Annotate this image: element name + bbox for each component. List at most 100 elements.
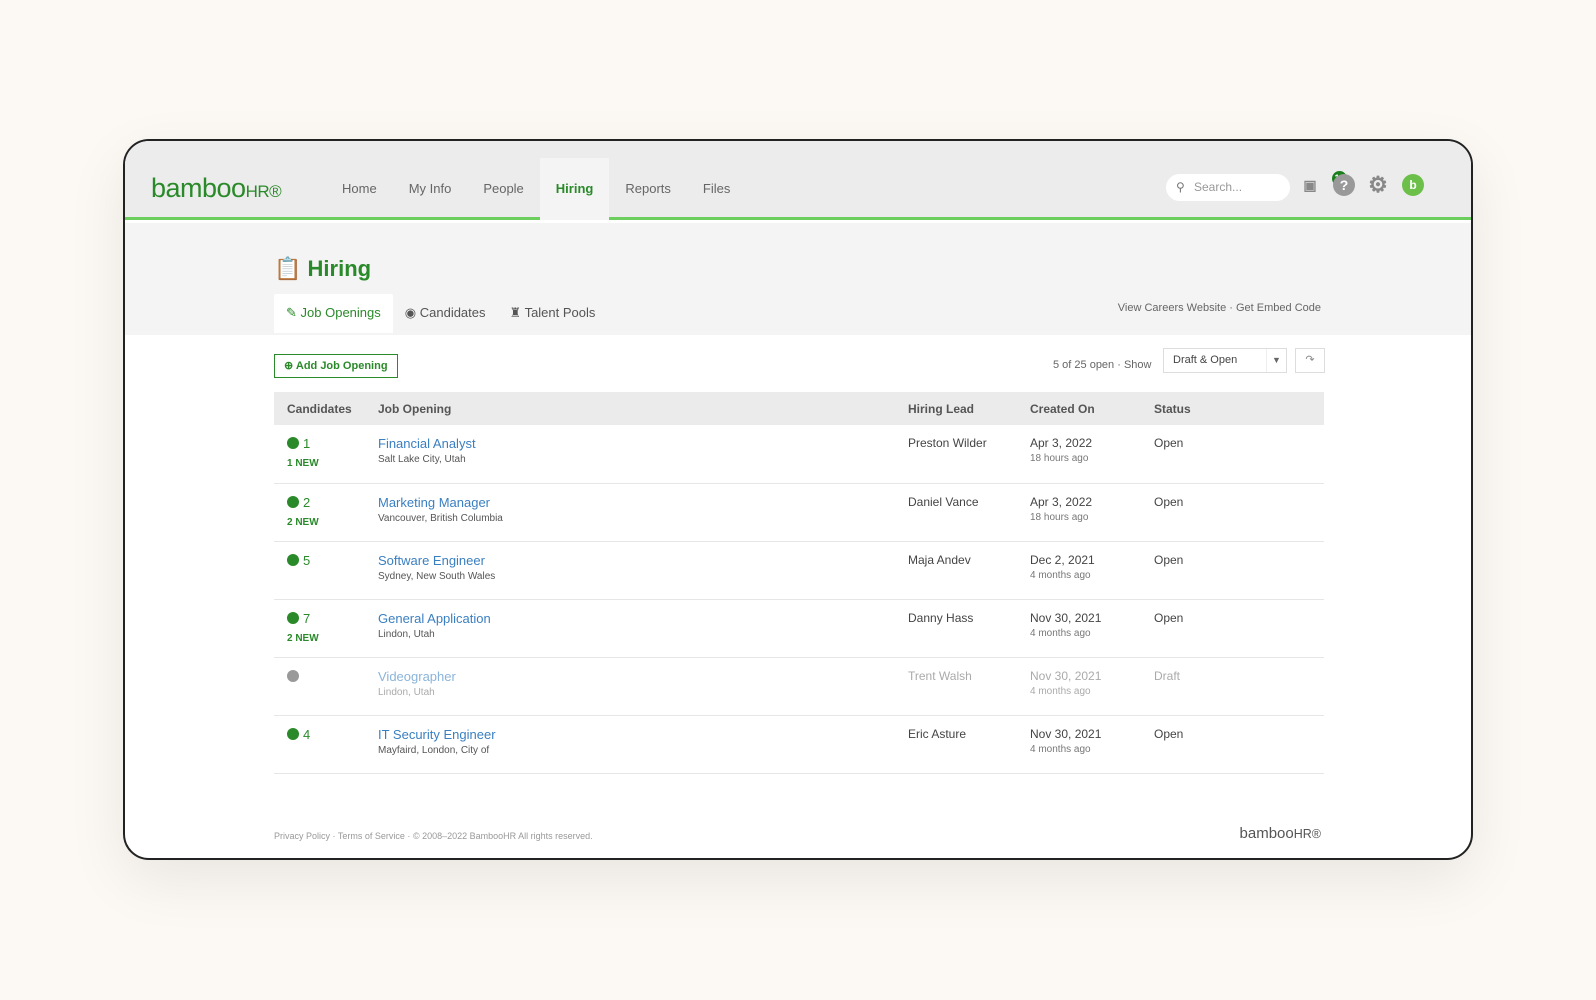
logo-hr: HR® [245, 182, 282, 201]
person-icon [287, 437, 299, 449]
tab-candidates[interactable]: ◉ Candidates [393, 294, 498, 333]
job-title-link[interactable]: Software Engineer [378, 553, 908, 568]
col-candidates[interactable]: Candidates [274, 392, 378, 425]
created-ago: 4 months ago [1030, 569, 1091, 581]
separator: · [332, 831, 336, 841]
plus-circle-icon: ⊕ [284, 360, 294, 372]
job-location: Salt Lake City, Utah [378, 454, 466, 465]
hiring-lead: Maja Andev [908, 541, 1030, 600]
footer-links: Privacy Policy · Terms of Service · © 20… [274, 831, 593, 841]
person-icon [287, 611, 299, 624]
status: Open [1154, 483, 1324, 542]
header-links: View Careers Website · Get Embed Code [1118, 302, 1321, 314]
tab-label: Candidates [419, 305, 486, 320]
created-ago: 18 hours ago [1030, 453, 1089, 464]
filter-value: Draft & Open [1173, 354, 1238, 366]
candidate-count[interactable] [287, 669, 378, 684]
job-title-link[interactable]: Financial Analyst [378, 436, 908, 451]
tab-job-openings[interactable]: ✎ Job Openings [274, 294, 393, 333]
job-openings-icon: ✎ [286, 305, 297, 320]
created-ago: 4 months ago [1030, 685, 1091, 697]
search-input[interactable]: ⚲ Search... [1166, 174, 1290, 201]
tab-talent-pools[interactable]: ♜ Talent Pools [498, 294, 608, 333]
table-row[interactable]: 2 2 NEW Marketing Manager Vancouver, Briti… [274, 483, 1324, 542]
add-job-opening-button[interactable]: ⊕ Add Job Opening [274, 354, 398, 378]
inbox-icon[interactable]: ▣ [1299, 174, 1321, 196]
job-title-link[interactable]: General Application [378, 611, 908, 626]
job-title-link[interactable]: Videographer [378, 669, 908, 684]
person-icon [287, 495, 299, 508]
new-badge: 2 NEW [287, 632, 319, 644]
created-date: Dec 2, 2021 [1030, 552, 1095, 567]
count-text: 5 of 25 open [1053, 359, 1115, 371]
nav-files[interactable]: Files [687, 158, 746, 220]
table-row[interactable]: 4 IT Security Engineer Mayfaird, London, … [274, 715, 1324, 774]
page-title: 📋 Hiring [274, 256, 371, 282]
col-created-on[interactable]: Created On [1030, 392, 1154, 425]
privacy-policy-link[interactable]: Privacy Policy [274, 831, 330, 841]
job-location: Sydney, New South Wales [378, 570, 496, 582]
separator: · [1117, 359, 1121, 371]
job-location: Lindon, Utah [378, 686, 435, 698]
col-hiring-lead[interactable]: Hiring Lead [908, 392, 1030, 425]
tab-label: Job Openings [300, 305, 381, 320]
avatar[interactable]: b [1402, 174, 1424, 196]
created-ago: 18 hours ago [1030, 511, 1089, 523]
export-button[interactable]: ↷ [1295, 348, 1325, 373]
chevron-down-icon: ▼ [1266, 349, 1286, 372]
help-icon[interactable]: ? [1333, 174, 1355, 196]
main-nav: Home My Info People Hiring Reports Files [326, 141, 746, 220]
search-placeholder: Search... [1194, 180, 1243, 194]
candidate-count[interactable]: 5 [287, 553, 378, 568]
created-date: Nov 30, 2021 [1030, 726, 1102, 741]
table-row[interactable]: 7 2 NEW General Application Lindon, Utah D… [274, 599, 1324, 658]
table-row[interactable]: 5 Software Engineer Sydney, New South Wal… [274, 541, 1324, 600]
top-nav-bar: bambooHR® Home My Info People Hiring Rep… [125, 141, 1471, 220]
nav-reports[interactable]: Reports [609, 158, 687, 220]
person-icon [287, 553, 299, 566]
created-ago: 4 months ago [1030, 743, 1091, 755]
created-date: Apr 3, 2022 [1030, 494, 1093, 509]
hiring-lead: Danny Hass [908, 599, 1030, 658]
hiring-lead: Daniel Vance [908, 483, 1030, 542]
get-embed-code-link[interactable]: Get Embed Code [1236, 302, 1321, 314]
status: Open [1154, 541, 1324, 600]
nav-home[interactable]: Home [326, 158, 393, 220]
nav-my-info[interactable]: My Info [393, 158, 468, 220]
open-count: 5 of 25 open · Show [1053, 359, 1152, 371]
table-row[interactable]: 1 1 NEW Financial Analyst Salt Lake City, … [274, 425, 1324, 484]
count: 1 [303, 436, 311, 451]
created-date: Nov 30, 2021 [1030, 610, 1102, 625]
status: Open [1154, 425, 1324, 484]
job-title-link[interactable]: IT Security Engineer [378, 727, 908, 742]
col-status[interactable]: Status [1154, 392, 1324, 425]
job-title-link[interactable]: Marketing Manager [378, 495, 908, 510]
nav-hiring[interactable]: Hiring [539, 158, 610, 220]
person-icon [287, 727, 299, 740]
new-badge: 1 NEW [287, 458, 319, 469]
view-careers-link[interactable]: View Careers Website [1118, 302, 1226, 314]
status-filter-select[interactable]: Draft & Open ▼ [1163, 348, 1287, 373]
new-badge: 2 NEW [287, 516, 319, 528]
table-row[interactable]: Videographer Lindon, Utah Trent Walsh Nov… [274, 657, 1324, 716]
terms-link[interactable]: Terms of Service [338, 831, 405, 841]
nav-people[interactable]: People [467, 158, 539, 220]
candidate-count[interactable]: 7 [287, 611, 378, 626]
button-label: Add Job Opening [295, 360, 388, 372]
logo-text: bamboo [1239, 825, 1294, 842]
candidate-count[interactable]: 1 [287, 436, 378, 451]
col-job-opening[interactable]: Job Opening [378, 392, 908, 425]
bamboohr-logo[interactable]: bambooHR® [151, 173, 282, 204]
tab-label: Talent Pools [524, 305, 596, 320]
candidate-count[interactable]: 4 [287, 727, 378, 742]
created-date: Apr 3, 2022 [1030, 436, 1093, 450]
job-location: Vancouver, British Columbia [378, 512, 503, 524]
candidate-count[interactable]: 2 [287, 495, 378, 510]
footer-logo: bambooHR® [1240, 825, 1321, 842]
copyright: © 2008–2022 BambooHR All rights reserved… [412, 831, 593, 841]
count: 7 [303, 610, 311, 626]
gear-icon[interactable]: ⚙ [1367, 174, 1389, 196]
count: 5 [303, 552, 311, 568]
search-icon: ⚲ [1176, 180, 1185, 194]
job-location: Lindon, Utah [378, 628, 435, 640]
